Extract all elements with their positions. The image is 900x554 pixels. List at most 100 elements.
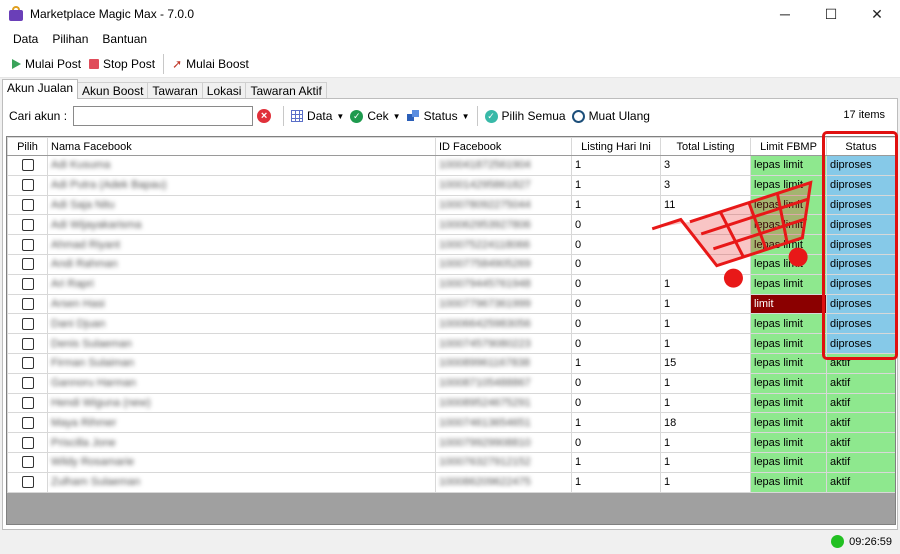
tab-lokasi[interactable]: Lokasi	[201, 82, 247, 99]
tab-tawaran[interactable]: Tawaran	[147, 82, 203, 99]
row-checkbox[interactable]	[21, 317, 34, 330]
table-row[interactable]: Adi Saja Nitu 100078092275044 1 11 lepas lim…	[7, 194, 895, 216]
search-input[interactable]	[73, 106, 254, 126]
reload-button[interactable]: Muat Ulang	[569, 109, 653, 123]
table-row[interactable]: Ahmad Riyant 100075224118066 0 lepas limit d…	[7, 234, 895, 255]
row-checkbox-cell[interactable]	[7, 253, 48, 275]
row-checkbox-cell[interactable]	[7, 313, 48, 335]
row-checkbox[interactable]	[21, 238, 34, 251]
row-checkbox-cell[interactable]	[7, 293, 48, 315]
row-checkbox[interactable]	[21, 179, 34, 192]
row-checkbox-cell[interactable]	[7, 432, 48, 453]
cell-id-facebook: 100077967361999	[435, 293, 572, 315]
cell-total-listing: 18	[660, 412, 751, 434]
table-row[interactable]: Priscilla Jone 100079929908810 0 1 lepas lim…	[7, 432, 895, 453]
caret-down-icon: ▼	[336, 111, 345, 121]
header-limit-fbmp[interactable]: Limit FBMP	[750, 137, 827, 156]
row-checkbox[interactable]	[21, 298, 34, 311]
minimize-button[interactable]: ─	[762, 0, 808, 28]
menu-bantuan[interactable]: Bantuan	[95, 32, 154, 46]
select-all-button[interactable]: ✓ Pilih Semua	[482, 109, 569, 123]
table-row[interactable]: Gannoru Harman 100087105488867 0 1 lepas lim…	[7, 372, 895, 394]
row-checkbox-cell[interactable]	[7, 471, 48, 493]
row-checkbox-cell[interactable]	[7, 412, 48, 434]
stop-post-button[interactable]: Stop Post	[85, 53, 159, 75]
tab-tawaran-aktif[interactable]: Tawaran Aktif	[245, 82, 327, 99]
cell-status: diproses	[826, 234, 895, 255]
row-checkbox[interactable]	[21, 337, 34, 350]
row-checkbox[interactable]	[21, 159, 34, 172]
reload-label: Muat Ulang	[588, 109, 650, 123]
cell-listing-hari-ini: 1	[571, 471, 661, 493]
filter-bar: Cari akun : × Data ▼ ✓ Cek ▼ Status ▼ ✓ …	[3, 99, 897, 133]
start-post-label: Mulai Post	[25, 56, 82, 71]
data-dropdown-button[interactable]: Data ▼	[288, 109, 347, 123]
table-row[interactable]: Arsen Hasi 100077967361999 0 1 limit diproses	[7, 293, 895, 315]
cell-listing-hari-ini: 0	[571, 333, 661, 354]
start-boost-button[interactable]: ➚ Mulai Boost	[168, 53, 253, 75]
tab-akun-boost[interactable]: Akun Boost	[77, 82, 149, 99]
menu-data[interactable]: Data	[6, 32, 45, 46]
row-checkbox-cell[interactable]	[7, 194, 48, 216]
row-checkbox-cell[interactable]	[7, 273, 48, 295]
row-checkbox[interactable]	[21, 436, 34, 449]
clear-x-icon[interactable]: ×	[257, 109, 272, 123]
row-checkbox-cell[interactable]	[7, 372, 48, 394]
header-id-facebook[interactable]: ID Facebook	[435, 137, 572, 156]
row-checkbox-cell[interactable]	[7, 392, 48, 414]
status-bar: 09:26:59	[0, 530, 900, 554]
table-row[interactable]: Adi Wijayakarisma 100062953927806 0 lepas l…	[7, 214, 895, 236]
start-post-button[interactable]: Mulai Post	[8, 53, 85, 75]
cell-status: diproses	[826, 273, 895, 295]
row-checkbox-cell[interactable]	[7, 352, 48, 374]
cell-nama-facebook: Dani Djuan	[47, 313, 436, 335]
row-checkbox-cell[interactable]	[7, 234, 48, 255]
header-status[interactable]: Status	[826, 137, 895, 156]
row-checkbox[interactable]	[21, 377, 34, 390]
menu-pilihan[interactable]: Pilihan	[45, 32, 95, 46]
table-row[interactable]: Hendi Wiguna (new) 100089524675291 0 1 lepas…	[7, 392, 895, 414]
cell-limit-fbmp: lepas limit	[750, 194, 827, 216]
header-pilih[interactable]: Pilih	[7, 137, 48, 156]
row-checkbox-cell[interactable]	[7, 214, 48, 236]
row-checkbox[interactable]	[21, 357, 34, 370]
row-checkbox[interactable]	[21, 397, 34, 409]
tab-akun-jualan[interactable]: Akun Jualan	[2, 79, 79, 99]
row-checkbox-cell[interactable]	[7, 155, 48, 176]
row-checkbox-cell[interactable]	[7, 174, 48, 196]
header-listing-hari-ini[interactable]: Listing Hari Ini	[571, 137, 661, 156]
row-checkbox[interactable]	[21, 278, 34, 291]
cell-id-facebook: 100014295861827	[435, 174, 572, 196]
filter-separator	[476, 106, 478, 126]
row-checkbox[interactable]	[21, 218, 34, 231]
maximize-button[interactable]: ☐	[808, 0, 854, 28]
row-checkbox[interactable]	[21, 416, 34, 429]
table-row[interactable]: Adi Putra (Adek Bapau) 100014295861827 1 3 l…	[7, 174, 895, 196]
cell-listing-hari-ini: 0	[571, 234, 661, 255]
cek-dropdown-button[interactable]: ✓ Cek ▼	[347, 109, 403, 123]
cell-total-listing: 1	[660, 333, 751, 354]
table-row[interactable]: Denis Sulaeman 100074579080223 0 1 lepas lim…	[7, 333, 895, 354]
header-total-listing[interactable]: Total Listing	[660, 137, 751, 156]
row-checkbox-cell[interactable]	[7, 333, 48, 354]
row-checkbox[interactable]	[21, 456, 34, 469]
table-row[interactable]: Dani Djuan 100066425983056 0 1 lepas limit di…	[7, 313, 895, 335]
table-body: Adi Kusuma 100041872561904 1 3 lepas limit di…	[7, 155, 895, 493]
status-dropdown-button[interactable]: Status ▼	[404, 109, 473, 123]
row-checkbox[interactable]	[21, 258, 34, 271]
table-row[interactable]: Firman Sulaiman 100089961167838 1 15 lepas l…	[7, 352, 895, 374]
table-row[interactable]: Ari Rapri 100079445761948 0 1 lepas limit dip…	[7, 273, 895, 295]
tab-strip: Akun Jualan Akun Boost Tawaran Lokasi Ta…	[0, 79, 900, 99]
cell-status: aktif	[826, 432, 895, 453]
row-checkbox[interactable]	[21, 199, 34, 212]
close-button[interactable]: ✕	[854, 0, 900, 28]
table-row[interactable]: Andi Rahman 100077584905269 0 lepas limit di…	[7, 253, 895, 275]
table-row[interactable]: Maya Rihmer 100074613654651 1 18 lepas limit…	[7, 412, 895, 434]
header-nama-facebook[interactable]: Nama Facebook	[47, 137, 436, 156]
row-checkbox-cell[interactable]	[7, 451, 48, 473]
table-row[interactable]: Adi Kusuma 100041872561904 1 3 lepas limit di…	[7, 155, 895, 176]
row-checkbox[interactable]	[21, 476, 34, 489]
cell-id-facebook: 100079929908810	[435, 432, 572, 453]
table-row[interactable]: Zulham Sulaeman 100086209622475 1 1 lepas li…	[7, 471, 895, 493]
table-row[interactable]: Wildy Rosamarie 100076327912152 1 1 lepas li…	[7, 451, 895, 473]
